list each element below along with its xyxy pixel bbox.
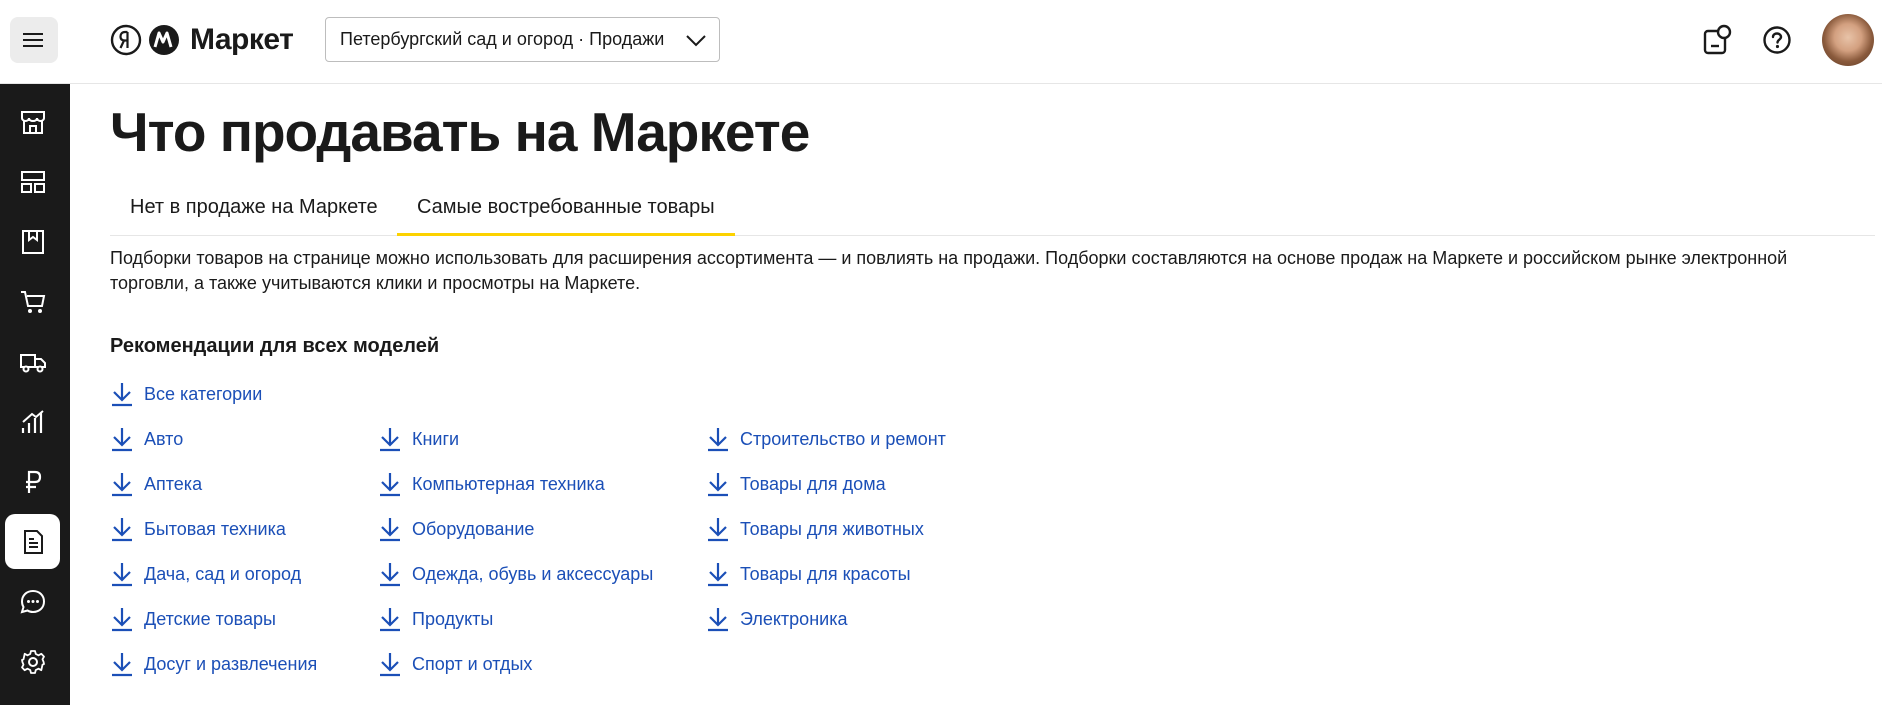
notification-icon [1703,24,1732,55]
download-icon [380,473,400,497]
download-link-label: Все категории [144,383,263,404]
section-title: Рекомендации для всех моделей [110,335,440,357]
download-link-category[interactable]: Товары для дома [706,469,886,499]
download-icon [708,563,728,587]
yandex-logo-icon [110,24,142,56]
download-icon [708,428,728,452]
gear-icon [20,649,45,674]
help-button[interactable] [1757,20,1797,60]
sidebar [0,84,70,705]
sidebar-item-analytics[interactable] [5,394,60,449]
layout-icon [20,170,45,193]
download-link-label: Компьютерная техника [412,473,605,494]
hamburger-icon [23,33,43,47]
sidebar-item-catalog[interactable] [5,214,60,269]
download-icon [380,608,400,632]
download-link-category[interactable]: Дача, сад и огород [110,559,301,589]
analytics-icon [21,409,44,433]
download-icon [112,608,132,632]
truck-icon [19,353,46,372]
help-icon [1763,26,1791,54]
document-icon [23,529,43,554]
sidebar-item-store[interactable] [5,94,60,149]
download-link-category[interactable]: Товары для красоты [706,559,911,589]
download-link-label: Дача, сад и огород [144,563,302,584]
download-link-category[interactable]: Аптека [110,469,202,499]
download-link-label: Досуг и развлечения [144,653,318,674]
shop-selector-value: Петербургский сад и огород · Продажи [340,29,665,49]
download-link-category[interactable]: Авто [110,424,183,454]
download-icon [380,653,400,677]
download-link-category[interactable]: Товары для животных [706,514,924,544]
download-link-category[interactable]: Одежда, обувь и аксессуары [378,559,653,589]
download-icon [708,473,728,497]
sidebar-item-delivery[interactable] [5,334,60,389]
page-title: Что продавать на Маркете [110,101,810,163]
download-link-label: Электроника [740,608,848,629]
download-link-label: Товары для дома [740,473,886,494]
download-link-label: Товары для животных [740,518,924,539]
download-link-label: Бытовая техника [144,518,286,539]
download-link-category[interactable]: Продукты [378,604,493,634]
tabs: Нет в продаже на Маркете Самые востребов… [110,185,1875,236]
cart-icon [20,290,45,313]
sidebar-item-finance[interactable] [5,454,60,509]
menu-button[interactable] [10,17,58,63]
download-link-label: Оборудование [412,518,535,539]
download-link-label: Спорт и отдых [412,653,533,674]
download-link-label: Авто [144,428,184,449]
notifications-button[interactable] [1697,20,1737,60]
download-link-label: Детские товары [144,608,276,629]
download-link-category[interactable]: Бытовая техника [110,514,286,544]
download-icon [708,608,728,632]
download-icon [112,383,132,407]
download-link-category[interactable]: Электроника [706,604,847,634]
top-header: Маркет Петербургский сад и огород · Прод… [0,0,1882,84]
tab-not-on-sale[interactable]: Нет в продаже на Маркете [110,185,398,236]
download-icon [380,518,400,542]
store-icon [20,110,45,134]
download-link-category[interactable]: Книги [378,424,459,454]
download-link-label: Аптека [144,473,203,494]
download-link-label: Одежда, обувь и аксессуары [412,563,654,584]
download-icon [380,563,400,587]
download-link-label: Строительство и ремонт [740,428,946,449]
download-icon [112,428,132,452]
shop-selector[interactable]: Петербургский сад и огород · Продажи [325,17,720,62]
sidebar-item-what-to-sell[interactable] [5,514,60,569]
sidebar-item-chat[interactable] [5,574,60,629]
market-mark-icon [149,25,179,55]
market-logo[interactable]: Маркет [110,22,294,58]
sidebar-item-layout[interactable] [5,154,60,209]
download-link-label: Книги [412,428,460,449]
download-icon [112,518,132,542]
download-link-all-categories[interactable]: Все категории [110,379,262,409]
chevron-down-icon [686,35,706,47]
logo-text: Маркет [190,23,294,56]
download-link-category[interactable]: Детские товары [110,604,276,634]
download-link-category[interactable]: Досуг и развлечения [110,649,317,679]
download-icon [112,473,132,497]
download-icon [380,428,400,452]
download-link-label: Товары для красоты [740,563,911,584]
ruble-icon [25,470,41,493]
download-icon [112,653,132,677]
sidebar-item-orders[interactable] [5,274,60,329]
tab-most-demanded[interactable]: Самые востребованные товары [397,185,735,236]
page-description: Подборки товаров на странице можно испол… [110,248,1788,293]
sidebar-item-settings[interactable] [5,634,60,689]
catalog-icon [21,229,44,254]
download-link-category[interactable]: Спорт и отдых [378,649,532,679]
download-icon [708,518,728,542]
chat-icon [20,589,45,613]
download-link-category[interactable]: Строительство и ремонт [706,424,946,454]
download-icon [112,563,132,587]
download-link-category[interactable]: Компьютерная техника [378,469,605,499]
download-link-category[interactable]: Оборудование [378,514,534,544]
download-link-label: Продукты [412,608,494,629]
user-avatar[interactable] [1822,14,1874,66]
